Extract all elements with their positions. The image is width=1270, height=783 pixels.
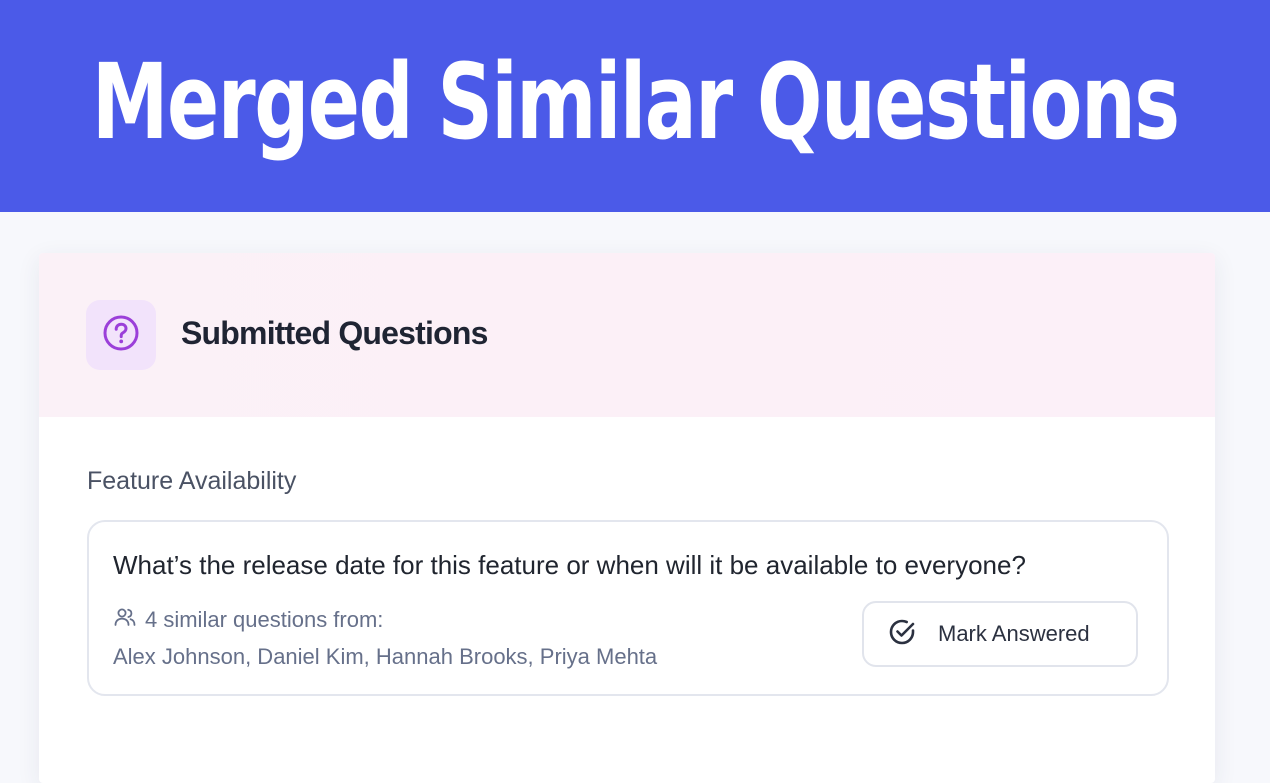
users-icon [113, 605, 145, 635]
title-banner: Merged Similar Questions [0, 0, 1270, 212]
header-icon-badge [86, 300, 156, 370]
mark-answered-label: Mark Answered [938, 621, 1090, 646]
similar-questions-count: 4 similar questions from: [113, 605, 383, 635]
questions-card: Submitted Questions Feature Availability… [39, 253, 1215, 783]
similar-questions-text: 4 similar questions from: [145, 607, 384, 632]
mark-answered-button[interactable]: Mark Answered [862, 601, 1138, 667]
question-circle-icon [101, 313, 141, 358]
question-item: What’s the release date for this feature… [87, 520, 1169, 696]
check-circle-icon [886, 616, 918, 653]
card-title: Submitted Questions [181, 315, 488, 351]
banner-title: Merged Similar Questions [91, 41, 1180, 163]
question-text: What’s the release date for this feature… [113, 550, 1026, 580]
section-label: Feature Availability [87, 467, 297, 495]
card-header: Submitted Questions [39, 253, 1215, 417]
asker-names: Alex Johnson, Daniel Kim, Hannah Brooks,… [113, 644, 658, 669]
